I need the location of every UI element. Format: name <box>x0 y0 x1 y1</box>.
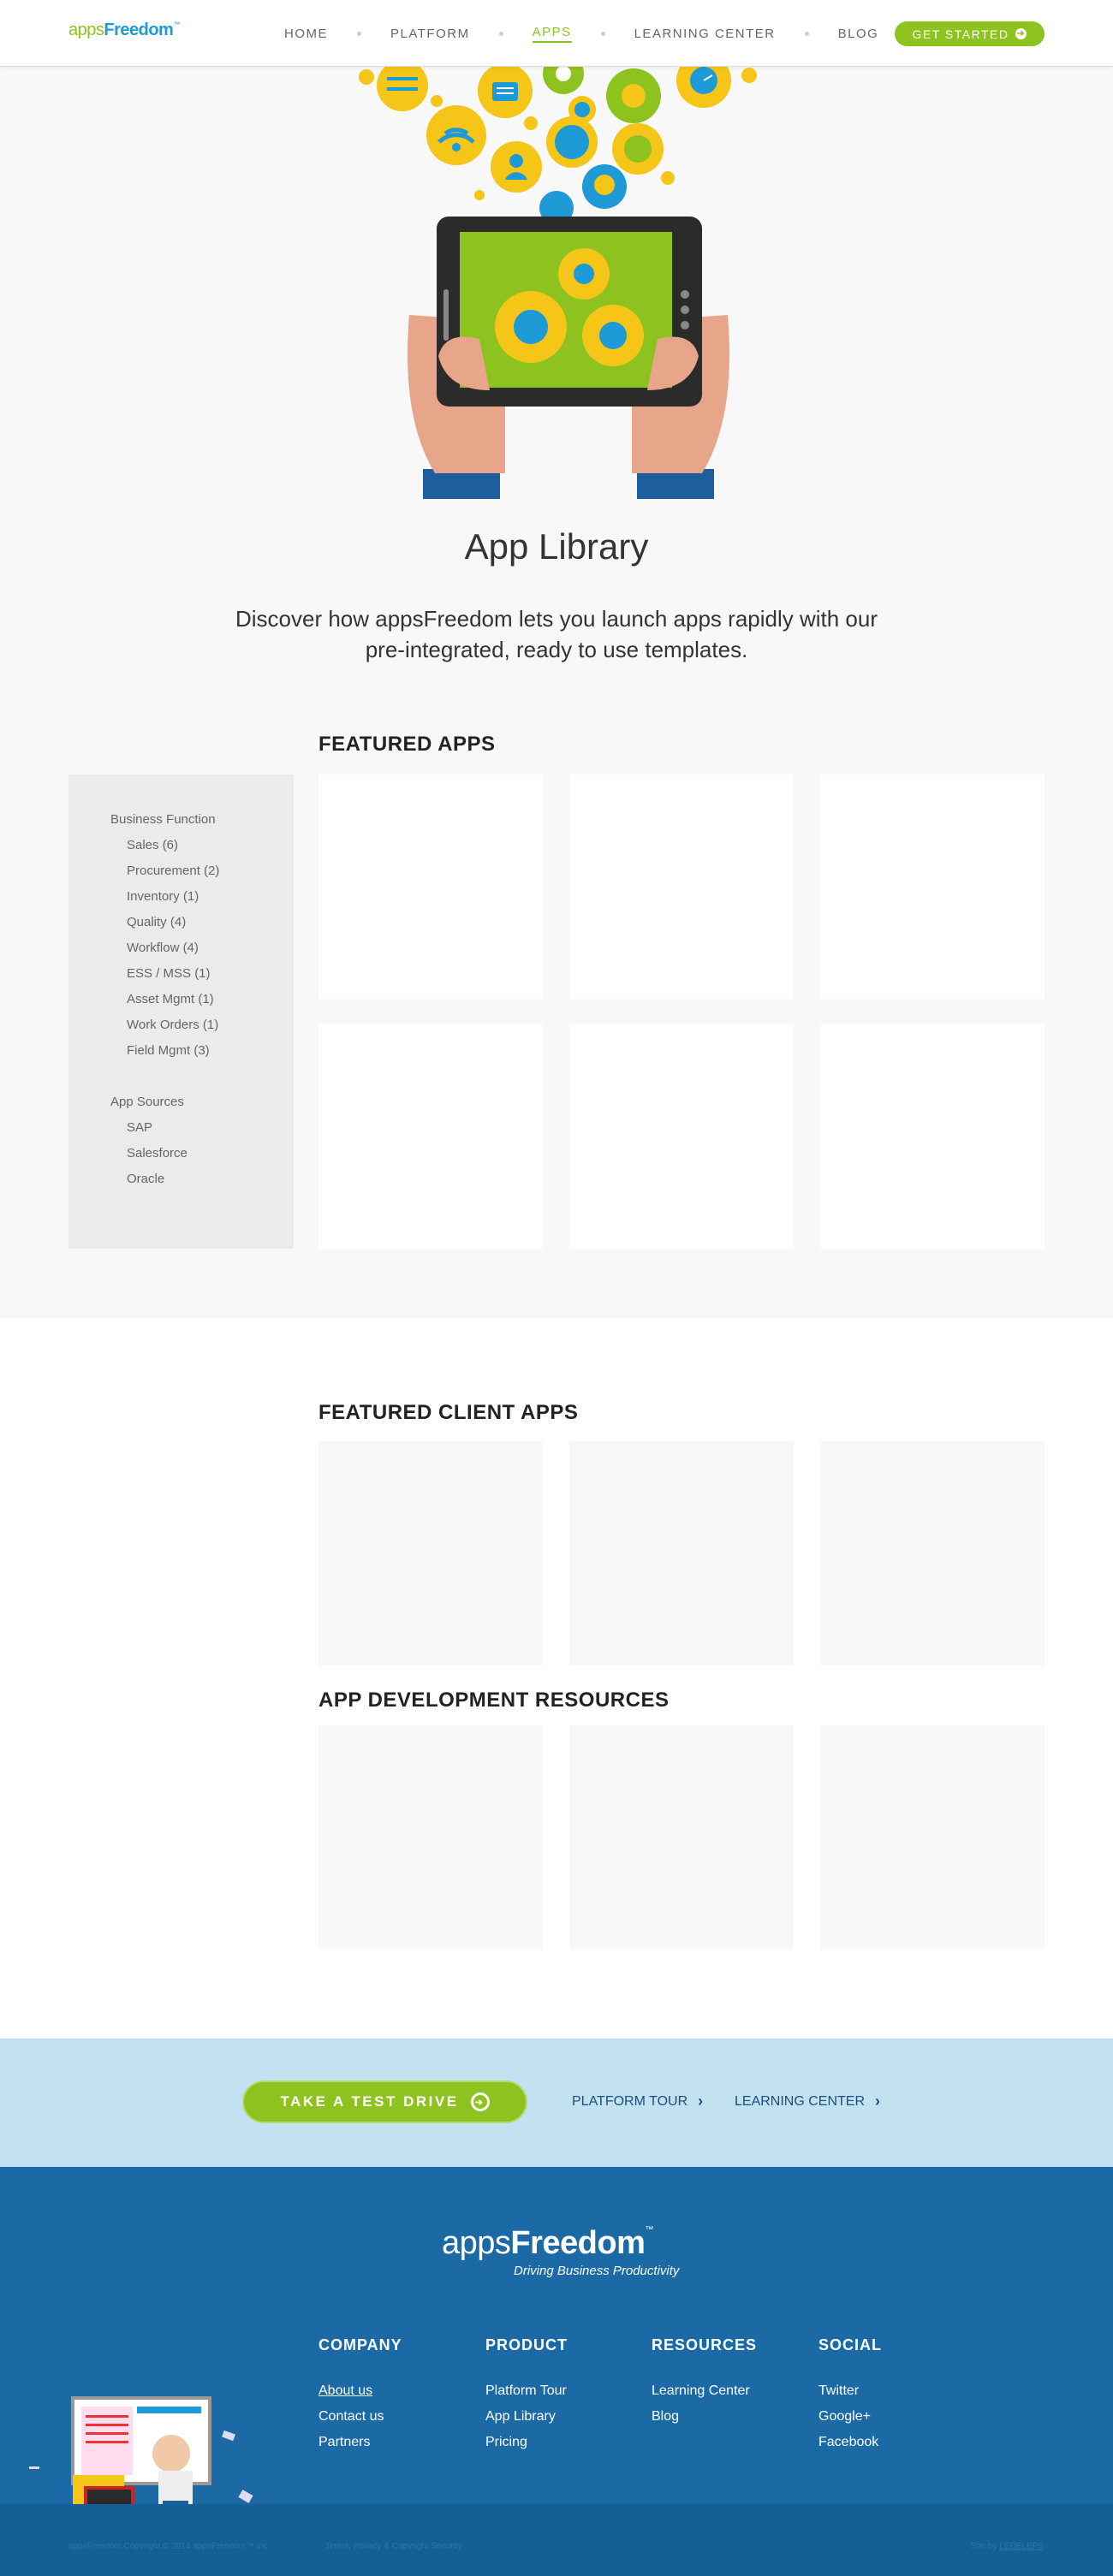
filter-group-app-sources: App Sources <box>110 1095 184 1109</box>
logo-trademark: ™ <box>173 21 180 28</box>
footer-link-twitter[interactable]: Twitter <box>818 2378 882 2404</box>
featured-app-card[interactable] <box>820 1024 1045 1249</box>
nav-separator <box>804 32 809 36</box>
footer-link-about-us[interactable]: About us <box>318 2378 402 2404</box>
page-subtitle: Discover how appsFreedom lets you launch… <box>214 603 899 665</box>
chevron-right-icon: › <box>698 2092 704 2110</box>
test-drive-band: TAKE A TEST DRIVE ➔ PLATFORM TOUR › LEAR… <box>0 2039 1113 2167</box>
footer-column-company: COMPANY About us Contact us Partners <box>318 2336 402 2455</box>
get-started-button[interactable]: GET STARTED ➔ <box>895 21 1045 46</box>
footer-column-social: SOCIAL Twitter Google+ Facebook <box>818 2336 882 2455</box>
site-footer: appsFreedom™ Driving Business Productivi… <box>0 2167 1113 2576</box>
footer-bottom-bar: appsFreedom Copyright © 2014 appsFreedom… <box>0 2504 1113 2576</box>
site-credit-label: Site by <box>971 2542 997 2551</box>
filter-quality[interactable]: Quality (4) <box>110 910 294 935</box>
arrow-right-icon: ➔ <box>1015 28 1027 39</box>
learning-center-link[interactable]: LEARNING CENTER › <box>735 2092 880 2110</box>
nav-learning-center[interactable]: LEARNING CENTER <box>634 27 776 41</box>
nav-blog[interactable]: BLOG <box>838 27 879 41</box>
filter-inventory[interactable]: Inventory (1) <box>110 884 294 910</box>
client-app-card[interactable] <box>318 1441 543 1665</box>
category-filter-sidebar: Business Function Sales (6) Procurement … <box>68 775 294 1249</box>
tablet-with-hands <box>408 217 729 499</box>
site-credit: Site by LEDELEPS <box>971 2542 1044 2551</box>
footer-link-google-plus[interactable]: Google+ <box>818 2404 882 2430</box>
site-logo[interactable]: appsFreedom™ <box>68 21 180 40</box>
featured-app-card[interactable] <box>318 1024 543 1249</box>
platform-tour-label: PLATFORM TOUR <box>572 2093 688 2109</box>
site-credit-link[interactable]: LEDELEPS <box>999 2542 1044 2551</box>
nav-home[interactable]: HOME <box>284 27 328 41</box>
filter-group-business-function: Business Function <box>110 812 216 827</box>
filter-workflow[interactable]: Workflow (4) <box>110 935 294 961</box>
resource-card[interactable] <box>820 1725 1045 1950</box>
logo-text-apps: apps <box>68 21 104 39</box>
featured-apps-heading: FEATURED APPS <box>318 733 496 756</box>
filter-asset-mgmt[interactable]: Asset Mgmt (1) <box>110 987 294 1012</box>
footer-link-app-library[interactable]: App Library <box>485 2404 568 2430</box>
get-started-label: GET STARTED <box>912 27 1009 41</box>
footer-column-resources: RESOURCES Learning Center Blog <box>652 2336 757 2430</box>
nav-separator <box>357 32 361 36</box>
page-title: App Library <box>464 526 649 567</box>
featured-app-card[interactable] <box>569 775 794 999</box>
resource-card[interactable] <box>569 1725 794 1950</box>
footer-heading: SOCIAL <box>818 2336 883 2353</box>
filter-salesforce[interactable]: Salesforce <box>110 1141 294 1166</box>
arrow-right-icon: ➔ <box>470 2092 490 2111</box>
footer-logo-trademark: ™ <box>645 2225 653 2235</box>
footer-link-platform-tour[interactable]: Platform Tour <box>485 2378 568 2404</box>
page-subtitle-line: pre-integrated, ready to use templates. <box>365 637 748 662</box>
footer-heading: COMPANY <box>318 2336 402 2353</box>
footer-heading: RESOURCES <box>652 2336 758 2353</box>
footer-logo-freedom: Freedom <box>510 2225 646 2261</box>
platform-tour-link[interactable]: PLATFORM TOUR › <box>572 2092 703 2110</box>
footer-link-learning-center[interactable]: Learning Center <box>652 2378 757 2404</box>
hero-illustration <box>359 67 757 499</box>
filter-work-orders[interactable]: Work Orders (1) <box>110 1012 294 1038</box>
filter-oracle[interactable]: Oracle <box>110 1166 294 1192</box>
test-drive-label: TAKE A TEST DRIVE <box>280 2093 459 2110</box>
featured-client-apps-heading: FEATURED CLIENT APPS <box>318 1401 579 1424</box>
app-dev-resources-heading: APP DEVELOPMENT RESOURCES <box>318 1689 670 1712</box>
featured-app-card[interactable] <box>569 1024 794 1249</box>
site-header: appsFreedom™ HOME PLATFORM APPS LEARNING… <box>0 0 1113 67</box>
footer-column-product: PRODUCT Platform Tour App Library Pricin… <box>485 2336 568 2455</box>
take-test-drive-button[interactable]: TAKE A TEST DRIVE ➔ <box>242 2080 527 2123</box>
filter-ess-mss[interactable]: ESS / MSS (1) <box>110 961 294 987</box>
footer-tagline: Driving Business Productivity <box>514 2264 680 2278</box>
filter-field-mgmt[interactable]: Field Mgmt (3) <box>110 1038 294 1064</box>
page-subtitle-line: Discover how appsFreedom lets you launch… <box>235 606 878 632</box>
logo-text-freedom: Freedom <box>104 21 174 39</box>
footer-link-contact-us[interactable]: Contact us <box>318 2404 402 2430</box>
main-nav: HOME PLATFORM APPS LEARNING CENTER BLOG <box>284 25 878 43</box>
filter-sap[interactable]: SAP <box>110 1115 294 1141</box>
nav-apps[interactable]: APPS <box>532 25 572 43</box>
client-app-card[interactable] <box>820 1441 1045 1665</box>
nav-separator <box>600 32 605 36</box>
featured-app-card[interactable] <box>318 775 543 999</box>
footer-logo-apps: apps <box>442 2225 511 2261</box>
copyright-text: appsFreedom Copyright © 2014 appsFreedom… <box>68 2542 269 2551</box>
filter-group-spacer <box>110 1064 294 1089</box>
filter-sales[interactable]: Sales (6) <box>110 833 294 858</box>
resource-card[interactable] <box>318 1725 543 1950</box>
footer-link-facebook[interactable]: Facebook <box>818 2430 882 2455</box>
featured-app-card[interactable] <box>820 775 1045 999</box>
nav-separator <box>498 32 503 36</box>
chevron-right-icon: › <box>875 2092 881 2110</box>
footer-heading: PRODUCT <box>485 2336 568 2353</box>
footer-logo[interactable]: appsFreedom™ <box>442 2225 653 2262</box>
footer-link-partners[interactable]: Partners <box>318 2430 402 2455</box>
terms-link[interactable]: Terms, Privacy & Copyright Security <box>325 2542 462 2551</box>
footer-link-blog[interactable]: Blog <box>652 2404 757 2430</box>
nav-platform[interactable]: PLATFORM <box>390 27 470 41</box>
filter-procurement[interactable]: Procurement (2) <box>110 858 294 884</box>
app-bubbles <box>359 67 757 225</box>
client-app-card[interactable] <box>569 1441 794 1665</box>
footer-link-pricing[interactable]: Pricing <box>485 2430 568 2455</box>
learning-center-label: LEARNING CENTER <box>735 2093 866 2109</box>
